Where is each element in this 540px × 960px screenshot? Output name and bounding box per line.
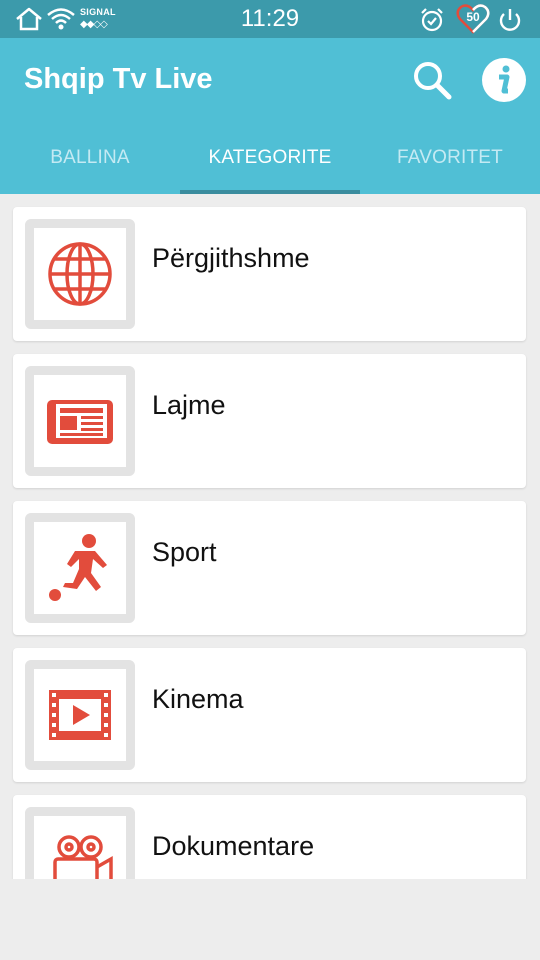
- status-bar: SIGNAL ◆◆◇◇ 11:29 50: [0, 0, 540, 38]
- info-icon: [482, 58, 526, 102]
- battery-level: 50: [466, 10, 480, 24]
- tab-kategorite[interactable]: KATEGORITE: [180, 134, 360, 194]
- film-icon: [49, 690, 111, 740]
- search-icon: [414, 62, 452, 100]
- empty-bottom-area: [0, 879, 540, 960]
- globe-icon: [48, 242, 112, 306]
- category-item-lajme[interactable]: Lajme: [13, 354, 526, 488]
- alarm-icon: [421, 8, 443, 32]
- app-title: Shqip Tv Live: [24, 63, 213, 95]
- category-label: Përgjithshme: [152, 243, 310, 273]
- search-button[interactable]: [408, 56, 456, 104]
- tab-favoritet[interactable]: FAVORITET: [360, 134, 540, 194]
- tab-ballina[interactable]: BALLINA: [0, 134, 180, 194]
- video-camera-icon: [53, 835, 113, 879]
- category-thumbnail: [25, 219, 135, 329]
- category-thumbnail: [25, 660, 135, 770]
- category-label: Dokumentare: [152, 831, 315, 861]
- tab-bar: BALLINA KATEGORITE FAVORITET: [0, 134, 540, 194]
- category-label: Sport: [152, 537, 217, 567]
- category-item-kinema[interactable]: Kinema: [13, 648, 526, 782]
- category-thumbnail: [25, 366, 135, 476]
- newspaper-icon: [47, 400, 113, 444]
- category-thumbnail: [25, 807, 135, 879]
- category-label: Kinema: [152, 684, 244, 714]
- power-icon: [499, 9, 521, 31]
- app-bar: Shqip Tv Live BALLINA KATEGORITE FAVORIT…: [0, 38, 540, 194]
- category-item-dokumentare[interactable]: Dokumentare: [13, 795, 526, 879]
- category-item-pergjithshme[interactable]: Përgjithshme: [13, 207, 526, 341]
- category-list: Përgjithshme Lajme Sport Kinema Dokument…: [0, 194, 540, 879]
- category-thumbnail: [25, 513, 135, 623]
- category-item-sport[interactable]: Sport: [13, 501, 526, 635]
- category-label: Lajme: [152, 390, 226, 420]
- info-button[interactable]: [480, 56, 528, 104]
- soccer-player-icon: [49, 534, 107, 601]
